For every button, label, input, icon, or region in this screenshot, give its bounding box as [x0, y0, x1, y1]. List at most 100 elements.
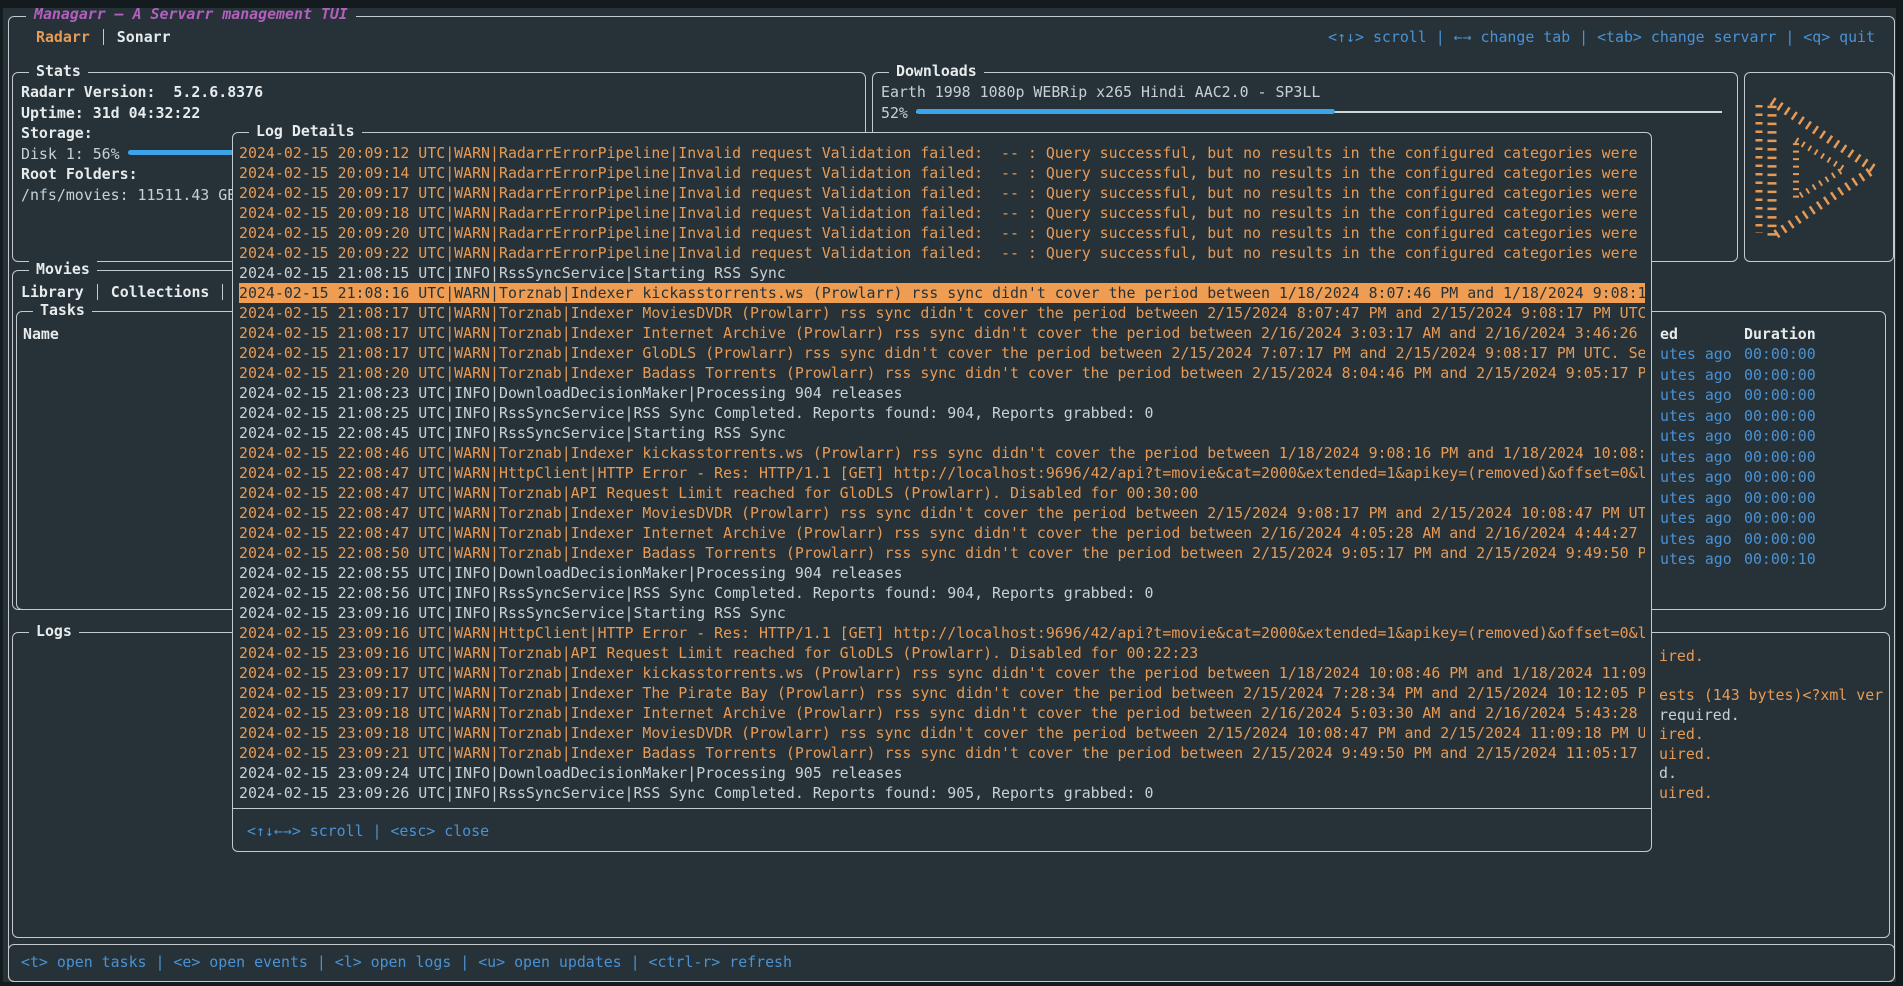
screen-edge-top	[0, 0, 1903, 8]
tab-separator	[97, 284, 98, 300]
log-details-title: Log Details	[249, 122, 362, 140]
log-detail-line[interactable]: 2024-02-15 23:09:18 UTC|WARN|Torznab|Ind…	[239, 703, 1645, 723]
log-detail-line[interactable]: 2024-02-15 20:09:12 UTC|WARN|RadarrError…	[239, 143, 1645, 163]
gauge-fill	[916, 109, 1335, 114]
log-detail-line[interactable]: 2024-02-15 21:08:23 UTC|INFO|DownloadDec…	[239, 383, 1645, 403]
task-duration: 00:00:10	[1744, 549, 1816, 570]
download-percent-label: 52%	[881, 104, 908, 122]
log-row-right-fragment: ired.	[1659, 647, 1704, 667]
task-duration: 00:00:00	[1744, 467, 1816, 488]
tasks-queued-header-fragment: ed	[1660, 324, 1678, 345]
tab-sonarr[interactable]: Sonarr	[117, 28, 171, 46]
logs-panel-title: Logs	[29, 622, 79, 640]
log-detail-line[interactable]: 2024-02-15 22:08:47 UTC|WARN|HttpClient|…	[239, 463, 1645, 483]
log-detail-line[interactable]: 2024-02-15 21:08:17 UTC|WARN|Torznab|Ind…	[239, 343, 1645, 363]
download-item-name[interactable]: Earth 1998 1080p WEBRip x265 Hindi AAC2.…	[881, 82, 1731, 103]
task-duration: 00:00:00	[1744, 385, 1816, 406]
top-keybindings: <↑↓> scroll | ←→ change tab | <tab> chan…	[1328, 27, 1875, 48]
log-detail-line[interactable]: 2024-02-15 20:09:14 UTC|WARN|RadarrError…	[239, 163, 1645, 183]
tab-separator	[222, 284, 223, 300]
log-detail-line[interactable]: 2024-02-15 22:08:55 UTC|INFO|DownloadDec…	[239, 563, 1645, 583]
log-detail-line[interactable]: 2024-02-15 21:08:17 UTC|WARN|Torznab|Ind…	[239, 323, 1645, 343]
task-queued-fragment: utes ago	[1660, 406, 1732, 427]
tasks-duration-header: Duration	[1744, 324, 1816, 345]
log-detail-line[interactable]: 2024-02-15 23:09:21 UTC|WARN|Torznab|Ind…	[239, 743, 1645, 763]
tab-radarr[interactable]: Radarr	[36, 28, 90, 46]
task-queued-fragment: utes ago	[1660, 508, 1732, 529]
version-value: 5.2.6.8376	[155, 83, 263, 101]
log-detail-line[interactable]: 2024-02-15 23:09:18 UTC|WARN|Torznab|Ind…	[239, 723, 1645, 743]
log-row-right-fragment: required.	[1659, 706, 1740, 726]
log-detail-line[interactable]: 2024-02-15 23:09:17 UTC|WARN|Torznab|Ind…	[239, 663, 1645, 683]
movies-tabs: Library Collections	[21, 282, 236, 303]
footer-bar: <t> open tasks | <e> open events | <l> o…	[8, 944, 1895, 982]
download-progress-row: 52%	[881, 103, 1731, 124]
log-details-list[interactable]: 2024-02-15 20:09:12 UTC|WARN|RadarrError…	[239, 143, 1645, 805]
log-row[interactable]: 2024-02-15 23:09:24 UTC|INFO|DownloadDec…	[19, 862, 1887, 882]
downloads-content: Earth 1998 1080p WEBRip x265 Hindi AAC2.…	[881, 82, 1731, 123]
movies-panel-title: Movies	[29, 260, 97, 278]
log-detail-line[interactable]: 2024-02-15 23:09:26 UTC|INFO|RssSyncServ…	[239, 783, 1645, 803]
download-progress-gauge	[916, 109, 1722, 115]
tab-collections[interactable]: Collections	[111, 283, 210, 301]
stats-version-row: Radarr Version: 5.2.6.8376	[21, 82, 859, 103]
log-detail-line[interactable]: 2024-02-15 21:08:16 UTC|WARN|Torznab|Ind…	[239, 283, 1645, 303]
screen-edge-right	[1896, 0, 1903, 986]
log-detail-line[interactable]: 2024-02-15 23:09:24 UTC|INFO|DownloadDec…	[239, 763, 1645, 783]
log-detail-line[interactable]: 2024-02-15 20:09:20 UTC|WARN|RadarrError…	[239, 223, 1645, 243]
log-detail-line[interactable]: 2024-02-15 23:09:17 UTC|WARN|Torznab|Ind…	[239, 683, 1645, 703]
tasks-panel-title: Tasks	[33, 301, 92, 319]
task-duration: 00:00:00	[1744, 365, 1816, 386]
task-duration: 00:00:00	[1744, 426, 1816, 447]
log-detail-line[interactable]: 2024-02-15 23:09:16 UTC|WARN|Torznab|API…	[239, 643, 1645, 663]
disk-label: Disk 1: 56%	[21, 145, 120, 163]
log-row-right-fragment: uired.	[1659, 784, 1713, 804]
tasks-name-header: Name	[23, 325, 59, 343]
modal-footer-divider	[233, 808, 1651, 809]
log-detail-line[interactable]: 2024-02-15 20:09:22 UTC|WARN|RadarrError…	[239, 243, 1645, 263]
log-detail-line[interactable]: 2024-02-15 20:09:17 UTC|WARN|RadarrError…	[239, 183, 1645, 203]
tab-separator	[103, 29, 104, 45]
log-detail-line[interactable]: 2024-02-15 21:08:17 UTC|WARN|Torznab|Ind…	[239, 303, 1645, 323]
stats-uptime-row: Uptime: 31d 04:32:22	[21, 103, 859, 124]
managarr-logo-icon	[1752, 93, 1886, 245]
task-duration: 00:00:00	[1744, 529, 1816, 550]
log-detail-line[interactable]: 2024-02-15 22:08:46 UTC|WARN|Torznab|Ind…	[239, 443, 1645, 463]
task-queued-fragment: utes ago	[1660, 426, 1732, 447]
footer-keybindings: <t> open tasks | <e> open events | <l> o…	[21, 945, 792, 980]
task-queued-fragment: utes ago	[1660, 344, 1732, 365]
task-duration: 00:00:00	[1744, 406, 1816, 427]
modal-keybindings: <↑↓←→> scroll | <esc> close	[247, 821, 489, 842]
log-details-modal: Log Details 2024-02-15 20:09:12 UTC|WARN…	[232, 132, 1652, 852]
uptime-value: 31d 04:32:22	[84, 104, 201, 122]
screen-edge-bottom	[0, 982, 1903, 986]
task-queued-fragment: utes ago	[1660, 529, 1732, 550]
log-detail-line[interactable]: 2024-02-15 22:08:47 UTC|WARN|Torznab|Ind…	[239, 523, 1645, 543]
log-detail-line[interactable]: 2024-02-15 22:08:45 UTC|INFO|RssSyncServ…	[239, 423, 1645, 443]
screen-edge-left	[0, 0, 3, 986]
stats-panel-title: Stats	[29, 62, 88, 80]
task-duration: 00:00:00	[1744, 508, 1816, 529]
tab-library[interactable]: Library	[21, 283, 84, 301]
log-row-right-fragment: ired.	[1659, 725, 1704, 745]
log-row-right-fragment: d.	[1659, 764, 1677, 784]
log-detail-line[interactable]: 2024-02-15 21:08:25 UTC|INFO|RssSyncServ…	[239, 403, 1645, 423]
log-detail-line[interactable]: 2024-02-15 21:08:20 UTC|WARN|Torznab|Ind…	[239, 363, 1645, 383]
log-detail-line[interactable]: 2024-02-15 22:08:50 UTC|WARN|Torznab|Ind…	[239, 543, 1645, 563]
log-row-right-fragment: uired.	[1659, 745, 1713, 765]
logo-panel	[1744, 72, 1894, 262]
log-detail-line[interactable]: 2024-02-15 21:08:15 UTC|INFO|RssSyncServ…	[239, 263, 1645, 283]
task-queued-fragment: utes ago	[1660, 467, 1732, 488]
log-row[interactable]: 2024-02-15 23:09:26 UTC|INFO|RssSyncServ…	[19, 881, 1887, 901]
log-detail-line[interactable]: 2024-02-15 22:08:47 UTC|WARN|Torznab|API…	[239, 483, 1645, 503]
task-queued-fragment: utes ago	[1660, 549, 1732, 570]
log-detail-line[interactable]: 2024-02-15 20:09:18 UTC|WARN|RadarrError…	[239, 203, 1645, 223]
log-detail-line[interactable]: 2024-02-15 23:09:16 UTC|INFO|RssSyncServ…	[239, 603, 1645, 623]
log-detail-line[interactable]: 2024-02-15 22:08:47 UTC|WARN|Torznab|Ind…	[239, 503, 1645, 523]
version-label: Radarr Version:	[21, 83, 155, 101]
downloads-panel-title: Downloads	[889, 62, 984, 80]
log-detail-line[interactable]: 2024-02-15 23:09:16 UTC|WARN|HttpClient|…	[239, 623, 1645, 643]
log-detail-line[interactable]: 2024-02-15 22:08:56 UTC|INFO|RssSyncServ…	[239, 583, 1645, 603]
task-duration: 00:00:00	[1744, 344, 1816, 365]
uptime-label: Uptime:	[21, 104, 84, 122]
